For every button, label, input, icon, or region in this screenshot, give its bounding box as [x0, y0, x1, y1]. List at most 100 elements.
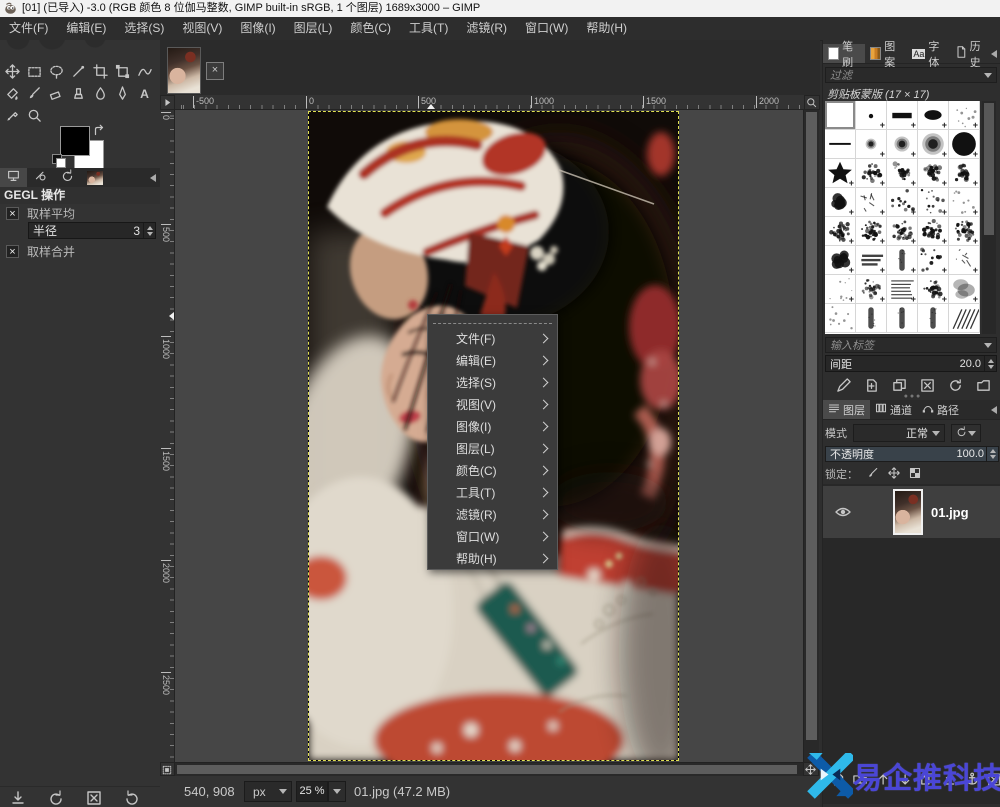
brush-blob[interactable]: + — [825, 246, 856, 275]
tab-channels[interactable]: 通道 — [870, 400, 917, 419]
bucket-fill-tool[interactable] — [1, 82, 23, 104]
refresh-brushes-button[interactable] — [948, 378, 963, 393]
unit-dropdown[interactable]: px — [244, 781, 292, 802]
context-menu-item[interactable]: 工具(T) — [428, 481, 557, 503]
brush-clipboard[interactable] — [825, 101, 856, 130]
sample-merged-checkbox[interactable]: × — [6, 245, 19, 258]
tab-patterns[interactable]: 图案 — [865, 44, 907, 63]
brush-sparse[interactable]: + — [825, 275, 856, 304]
dock-menu-icon[interactable] — [991, 406, 997, 414]
radius-spinbox[interactable]: 半径 3 — [28, 222, 156, 239]
horizontal-ruler[interactable]: -5000500100015002000 — [175, 95, 804, 110]
vertical-ruler[interactable]: 05001000150020002500 — [160, 110, 175, 762]
delete-button[interactable] — [86, 790, 102, 806]
context-menu-item[interactable]: 文件(F) — [428, 327, 557, 349]
lock-pixels-icon[interactable] — [867, 467, 879, 482]
brush-dot[interactable]: + — [856, 101, 887, 130]
tear-off-line[interactable] — [433, 317, 552, 324]
menubar-item-11[interactable]: 帮助(H) — [577, 17, 636, 40]
rect-select-tool[interactable] — [23, 60, 45, 82]
brush-splat[interactable]: + — [887, 159, 918, 188]
eraser-tool[interactable] — [45, 82, 67, 104]
dock-menu-icon[interactable] — [150, 174, 156, 182]
brush-scatter[interactable]: + — [887, 188, 918, 217]
foreground-color-swatch[interactable] — [60, 126, 90, 156]
menubar-item-2[interactable]: 编辑(E) — [57, 17, 115, 40]
undo-button[interactable] — [48, 790, 64, 806]
brush-star[interactable]: + — [825, 159, 856, 188]
new-brush-button[interactable] — [864, 378, 879, 393]
tab-history[interactable]: 历史 — [950, 44, 991, 63]
layer-row[interactable]: 01.jpg — [823, 486, 1000, 538]
mode-dropdown[interactable]: 正常 — [853, 424, 945, 442]
menubar-item-4[interactable]: 视图(V) — [173, 17, 231, 40]
menubar-item-1[interactable]: 文件(F) — [0, 17, 57, 40]
default-colors-icon[interactable] — [52, 154, 65, 167]
lock-position-icon[interactable] — [888, 467, 900, 482]
warp-tool[interactable] — [133, 60, 155, 82]
context-menu-item[interactable]: 图层(L) — [428, 437, 557, 459]
paintbrush-tool[interactable] — [23, 82, 45, 104]
brush-ring[interactable]: + — [918, 217, 949, 246]
image-tab-thumbnail[interactable] — [167, 47, 201, 94]
brush-bar[interactable]: + — [887, 101, 918, 130]
brush-ring[interactable]: + — [825, 217, 856, 246]
zoom-tool[interactable] — [23, 104, 45, 126]
delete-brush-button[interactable] — [920, 378, 935, 393]
brush-soft1[interactable]: + — [856, 130, 887, 159]
vertical-scrollbar-thumb[interactable] — [806, 112, 817, 740]
tab-fonts[interactable]: Aa字体 — [907, 44, 949, 63]
brush-ring[interactable]: + — [887, 217, 918, 246]
scrollbar-thumb[interactable] — [984, 103, 994, 235]
brush-ring[interactable]: + — [949, 217, 980, 246]
brush-sparse[interactable]: + — [949, 188, 980, 217]
text-tool[interactable]: A — [133, 82, 155, 104]
spacing-spinner[interactable] — [984, 356, 996, 371]
brush-twigs[interactable]: + — [949, 246, 980, 275]
brush-vsmudge[interactable] — [856, 304, 887, 333]
brush-splat[interactable]: + — [856, 275, 887, 304]
brush-disc[interactable]: + — [949, 130, 980, 159]
brush-splat[interactable]: + — [949, 159, 980, 188]
ink-tool[interactable] — [111, 82, 133, 104]
export-button[interactable] — [10, 790, 26, 806]
dock-menu-icon[interactable] — [991, 50, 997, 58]
brush-smoke[interactable]: + — [949, 275, 980, 304]
brush-line[interactable] — [825, 130, 856, 159]
horizontal-scrollbar[interactable] — [175, 762, 803, 776]
tab-undo-history[interactable] — [54, 168, 81, 187]
brush-blob[interactable]: + — [825, 188, 856, 217]
brush-stroke[interactable]: + — [856, 246, 887, 275]
open-brush-button[interactable] — [976, 378, 991, 393]
menubar-item-7[interactable]: 颜色(C) — [341, 17, 400, 40]
context-menu-item[interactable]: 帮助(H) — [428, 547, 557, 569]
zoom-dropdown[interactable] — [328, 781, 346, 802]
brush-ring[interactable]: + — [856, 217, 887, 246]
context-menu-item[interactable]: 选择(S) — [428, 371, 557, 393]
ruler-corner-button[interactable] — [160, 95, 175, 110]
crop-tool[interactable] — [89, 60, 111, 82]
context-menu-item[interactable]: 视图(V) — [428, 393, 557, 415]
swap-colors-icon[interactable] — [92, 124, 106, 138]
transform-tool[interactable] — [111, 60, 133, 82]
brush-scatter[interactable]: + — [918, 246, 949, 275]
brush-splat[interactable]: + — [918, 275, 949, 304]
tab-brushes[interactable]: 笔刷 — [823, 44, 865, 63]
edit-brush-button[interactable] — [836, 378, 851, 393]
lock-alpha-icon[interactable] — [909, 467, 921, 482]
close-image-icon[interactable]: × — [206, 62, 224, 80]
mode-switch-button[interactable] — [951, 424, 981, 442]
zoom-level-field[interactable]: 25 % — [296, 781, 328, 802]
brush-hlines[interactable]: + — [887, 275, 918, 304]
brush-sparse[interactable]: + — [949, 101, 980, 130]
radius-spinner[interactable] — [143, 223, 155, 238]
brush-diag[interactable] — [949, 304, 980, 333]
context-menu-item[interactable]: 窗口(W) — [428, 525, 557, 547]
horizontal-scrollbar-thumb[interactable] — [177, 765, 797, 774]
clone-tool[interactable] — [67, 82, 89, 104]
quick-mask-button[interactable] — [160, 762, 175, 776]
zoom-image-button[interactable] — [804, 95, 820, 110]
tab-tool-options[interactable] — [0, 168, 27, 187]
brush-soft3[interactable]: + — [918, 130, 949, 159]
move-tool[interactable] — [1, 60, 23, 82]
